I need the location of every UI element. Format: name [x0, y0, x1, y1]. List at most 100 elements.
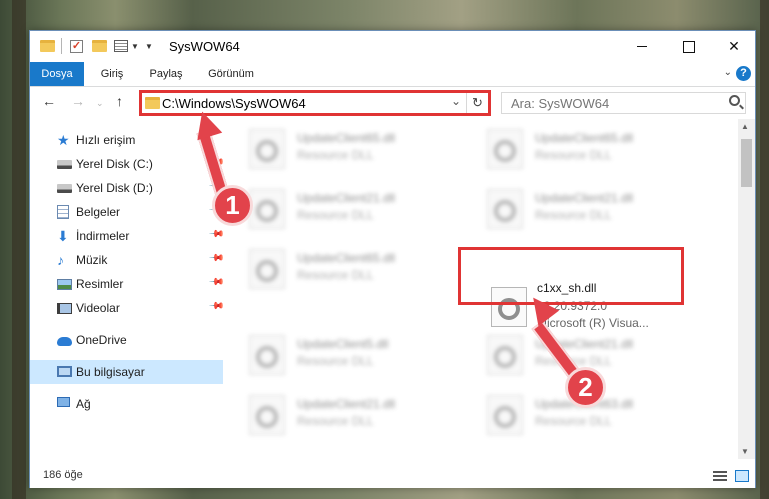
chevron-down-icon[interactable]: ⌄: [451, 94, 461, 108]
sidebar-item-label: Resimler: [76, 277, 124, 291]
file-type: Resource DLL: [535, 148, 612, 162]
sidebar-item-downloads[interactable]: ⬇ İndirmeler 📌: [30, 224, 225, 248]
videos-icon: [57, 303, 72, 314]
dll-file-icon: [487, 335, 523, 375]
scroll-down-icon[interactable]: ▼: [741, 447, 749, 456]
file-list: UpdateClient65.dll Resource DLL UpdateCl…: [227, 119, 738, 459]
address-path[interactable]: C:\Windows\SysWOW64: [162, 96, 306, 111]
separator: [61, 38, 62, 54]
sidebar-item-videos[interactable]: Videolar 📌: [30, 296, 225, 320]
folder-icon: [40, 38, 55, 54]
help-icon[interactable]: ?: [736, 66, 751, 81]
dll-file-icon: [487, 129, 523, 169]
file-name: UpdateClient21.dll: [297, 397, 396, 411]
forward-arrow-icon[interactable]: →: [71, 93, 85, 109]
up-arrow-icon[interactable]: ↑: [116, 93, 123, 109]
file-name: UpdateClient5.dll: [297, 337, 389, 351]
address-bar[interactable]: C:\Windows\SysWOW64 ⌄ ↻: [139, 90, 491, 116]
sidebar-item-disk-d[interactable]: Yerel Disk (D:) 📌: [30, 176, 225, 200]
tab-paylas[interactable]: Paylaş: [142, 62, 190, 86]
pin-icon[interactable]: 📌: [208, 298, 225, 315]
folder-icon: [145, 97, 160, 109]
sidebar-item-label: Bu bilgisayar: [76, 365, 145, 379]
list-item[interactable]: UpdateClient21.dll Resource DLL: [227, 385, 453, 443]
file-name: UpdateClient21.dll: [535, 191, 634, 205]
sidebar-item-label: Yerel Disk (C:): [76, 157, 153, 171]
vertical-scrollbar[interactable]: ▲ ▼: [738, 119, 755, 459]
sidebar-item-label: OneDrive: [76, 333, 127, 347]
file-name: UpdateClient21.dll: [297, 191, 396, 205]
dll-file-icon: [249, 335, 285, 375]
list-item[interactable]: UpdateClient21.dll Resource DLL: [465, 179, 691, 237]
gear-icon: [494, 346, 516, 368]
file-name: UpdateClient65.dll: [297, 131, 396, 145]
gear-icon: [256, 200, 278, 222]
sidebar-item-onedrive[interactable]: OneDrive: [30, 328, 223, 352]
window-title: SysWOW64: [169, 39, 240, 54]
title-bar: ✓ ▼ ▼ SysWOW64 ✕: [30, 31, 755, 62]
dll-file-icon: [487, 395, 523, 435]
pin-icon[interactable]: 📌: [208, 250, 225, 267]
network-icon: [57, 397, 70, 407]
navigation-pane: ★ Hızlı erişim Yerel Disk (C:) 📌 Yerel D…: [30, 128, 226, 458]
details-view-icon[interactable]: [713, 471, 727, 481]
gear-icon: [256, 406, 278, 428]
documents-icon: [57, 205, 69, 219]
step-badge-2: 2: [565, 367, 606, 408]
address-row: ← → ⌄ ↑ C:\Windows\SysWOW64 ⌄ ↻: [30, 88, 755, 118]
search-icon[interactable]: [729, 95, 740, 106]
scroll-up-icon[interactable]: ▲: [741, 122, 749, 131]
pin-icon[interactable]: 📌: [208, 274, 225, 291]
sidebar-item-label: Videolar: [76, 301, 120, 315]
list-item[interactable]: UpdateClient65.dll Resource DLL: [227, 239, 453, 297]
pin-icon[interactable]: 📌: [208, 226, 225, 243]
tab-giris[interactable]: Giriş: [92, 62, 132, 86]
file-type: Resource DLL: [535, 414, 612, 428]
file-name: UpdateClient65.dll: [535, 131, 634, 145]
sidebar-item-label: Yerel Disk (D:): [76, 181, 153, 195]
tab-dosya[interactable]: Dosya: [30, 62, 84, 86]
file-type: Resource DLL: [297, 208, 374, 222]
maximize-button[interactable]: [665, 31, 711, 62]
chevron-down-icon[interactable]: ▼: [131, 38, 139, 54]
ribbon-tabs: Dosya Giriş Paylaş Görünüm ⌄ ?: [30, 62, 755, 87]
list-item[interactable]: UpdateClient65.dll Resource DLL: [465, 119, 691, 177]
this-pc-icon: [57, 366, 72, 377]
expand-ribbon-icon[interactable]: ⌄: [724, 67, 732, 78]
dll-file-icon: [249, 249, 285, 289]
sidebar-item-this-pc[interactable]: Bu bilgisayar: [30, 360, 223, 384]
search-box[interactable]: [501, 92, 746, 114]
file-type: Resource DLL: [297, 414, 374, 428]
minimize-button[interactable]: [619, 31, 665, 62]
sidebar-item-disk-c[interactable]: Yerel Disk (C:) 📌: [30, 152, 225, 176]
file-type: Resource DLL: [297, 354, 374, 368]
list-item[interactable]: UpdateClient21.dll Resource DLL: [227, 179, 453, 237]
gear-icon: [494, 140, 516, 162]
disk-icon: [57, 184, 72, 193]
recent-locations-icon[interactable]: ⌄: [96, 98, 104, 109]
sidebar-item-documents[interactable]: Belgeler 📌: [30, 200, 225, 224]
refresh-icon[interactable]: ↻: [466, 93, 488, 113]
tiles-view-icon[interactable]: [735, 470, 749, 482]
list-item[interactable]: UpdateClient5.dll Resource DLL: [227, 325, 453, 383]
step-badge-1: 1: [212, 185, 253, 226]
scrollbar-thumb[interactable]: [741, 139, 752, 187]
quick-access-toolbar-dropdown-icon[interactable]: ▼: [145, 38, 153, 54]
file-type: Resource DLL: [535, 208, 612, 222]
explorer-window: ✓ ▼ ▼ SysWOW64 ✕ Dosya Giriş Paylaş Görü…: [29, 30, 756, 488]
dll-file-icon: [249, 395, 285, 435]
view-props-icon[interactable]: [114, 38, 128, 54]
sidebar-item-music[interactable]: ♪ Müzik 📌: [30, 248, 225, 272]
list-item[interactable]: UpdateClient65.dll Resource DLL: [227, 119, 453, 177]
close-button[interactable]: ✕: [711, 31, 757, 62]
dll-file-icon: [249, 129, 285, 169]
sidebar-item-network[interactable]: Ağ: [30, 392, 223, 416]
tab-gorunum[interactable]: Görünüm: [200, 62, 262, 86]
dll-file-icon: [487, 189, 523, 229]
gear-icon: [256, 260, 278, 282]
back-arrow-icon[interactable]: ←: [42, 93, 56, 109]
search-input[interactable]: [502, 93, 712, 113]
sidebar-item-pictures[interactable]: Resimler 📌: [30, 272, 225, 296]
new-folder-icon[interactable]: [92, 38, 107, 54]
properties-check-icon[interactable]: ✓: [70, 38, 83, 54]
